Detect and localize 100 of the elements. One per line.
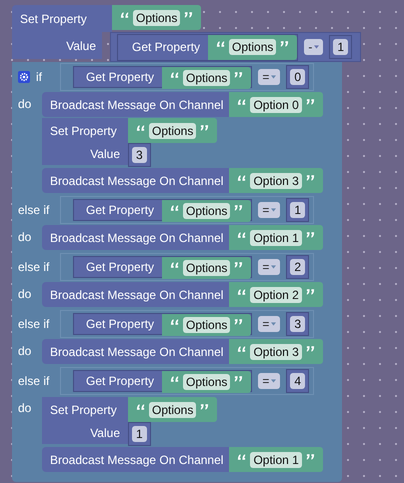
text-block[interactable]: Options bbox=[208, 34, 298, 60]
broadcast-block[interactable]: Broadcast Message On Channel Option 3 bbox=[42, 339, 323, 364]
text-field[interactable]: Option 1 bbox=[250, 452, 302, 468]
text-block[interactable]: Options bbox=[162, 370, 252, 392]
text-block[interactable]: Option 1 bbox=[229, 225, 323, 250]
caret-icon bbox=[314, 45, 320, 49]
block-label: Broadcast Message On Channel bbox=[42, 447, 230, 472]
arithmetic-block[interactable]: Get Property Options - 1 bbox=[110, 32, 362, 62]
get-property-block[interactable]: Get Property Options bbox=[73, 66, 252, 88]
number-field[interactable]: 3 bbox=[132, 147, 147, 163]
quote-icon bbox=[170, 374, 180, 382]
broadcast-block[interactable]: Broadcast Message On Channel Option 1 bbox=[42, 225, 323, 250]
compare-block[interactable]: Get Property Options = 4 bbox=[60, 366, 314, 394]
quote-icon bbox=[136, 402, 145, 410]
quote-icon bbox=[120, 10, 129, 18]
quote-icon bbox=[136, 124, 145, 132]
block-label: Set Property bbox=[42, 118, 128, 143]
quote-icon bbox=[237, 230, 246, 238]
quote-icon bbox=[200, 402, 210, 410]
get-property-block[interactable]: Get Property Options bbox=[117, 34, 298, 60]
number-field[interactable]: 2 bbox=[290, 258, 306, 274]
broadcast-block[interactable]: Broadcast Message On Channel Option 0 bbox=[42, 92, 323, 117]
text-field[interactable]: Option 1 bbox=[250, 230, 302, 246]
text-field[interactable]: Options bbox=[183, 260, 230, 276]
number-field[interactable]: 1 bbox=[132, 426, 147, 442]
caret-icon bbox=[271, 208, 276, 212]
quote-icon bbox=[237, 288, 246, 296]
quote-icon bbox=[306, 230, 315, 238]
if-keyword: else if bbox=[18, 316, 50, 330]
operator-dropdown[interactable]: - bbox=[304, 39, 324, 55]
text-block[interactable]: Options bbox=[112, 5, 202, 30]
text-block[interactable]: Options bbox=[128, 118, 218, 143]
number-field[interactable]: 1 bbox=[290, 202, 306, 218]
text-field[interactable]: Options bbox=[183, 70, 230, 86]
operator-dropdown[interactable]: = bbox=[258, 68, 280, 84]
quote-icon bbox=[237, 174, 246, 182]
do-keyword: do bbox=[18, 230, 32, 244]
number-field[interactable]: 4 bbox=[290, 372, 306, 388]
caret-icon bbox=[271, 74, 276, 78]
get-property-block[interactable]: Get Property Options bbox=[73, 198, 252, 220]
text-field[interactable]: Options bbox=[229, 39, 276, 55]
quote-icon bbox=[234, 204, 244, 212]
text-block[interactable]: Option 3 bbox=[229, 168, 323, 193]
text-field[interactable]: Options bbox=[149, 122, 196, 138]
block-label: Set Property bbox=[42, 397, 128, 422]
text-block[interactable]: Option 2 bbox=[229, 282, 323, 307]
get-property-block[interactable]: Get Property Options bbox=[73, 370, 252, 392]
text-block[interactable]: Option 0 bbox=[229, 92, 323, 117]
if-keyword: else if bbox=[18, 374, 50, 388]
operator-dropdown[interactable]: = bbox=[258, 202, 280, 218]
number-field[interactable]: 1 bbox=[333, 39, 348, 55]
text-field[interactable]: Option 2 bbox=[250, 286, 302, 302]
set-property-block[interactable]: Set Property Options Value Get Property Options - 1 bbox=[12, 5, 404, 62]
compare-block[interactable]: Get Property Options = 3 bbox=[60, 310, 314, 338]
broadcast-block[interactable]: Broadcast Message On Channel Option 2 bbox=[42, 282, 323, 307]
compare-block[interactable]: Get Property Options = 1 bbox=[60, 196, 314, 224]
quote-icon bbox=[170, 70, 180, 78]
broadcast-block[interactable]: Broadcast Message On Channel Option 1 bbox=[42, 447, 323, 472]
operator-dropdown[interactable]: = bbox=[258, 316, 280, 332]
quote-icon bbox=[237, 98, 246, 106]
text-field[interactable]: Options bbox=[149, 402, 196, 418]
operator-dropdown[interactable]: = bbox=[258, 372, 280, 388]
text-block[interactable]: Options bbox=[162, 66, 252, 88]
text-field[interactable]: Options bbox=[133, 10, 180, 26]
operator-dropdown[interactable]: = bbox=[258, 258, 280, 274]
caret-icon bbox=[271, 378, 276, 382]
text-field[interactable]: Option 3 bbox=[250, 172, 302, 188]
text-block[interactable]: Options bbox=[162, 314, 252, 336]
text-field[interactable]: Options bbox=[183, 374, 230, 390]
get-property-block[interactable]: Get Property Options bbox=[73, 312, 252, 334]
text-block[interactable]: Options bbox=[162, 200, 252, 222]
broadcast-block[interactable]: Broadcast Message On Channel Option 3 bbox=[42, 168, 323, 193]
text-block[interactable]: Options bbox=[162, 256, 252, 278]
if-keyword: else if bbox=[18, 260, 50, 274]
if-block[interactable] bbox=[12, 62, 342, 482]
quote-icon bbox=[170, 260, 180, 268]
compare-block[interactable]: Get Property Options = 2 bbox=[60, 252, 314, 280]
set-property-block[interactable]: Set Property Options Value 1 bbox=[42, 397, 323, 446]
compare-block[interactable]: Get Property Options = 0 bbox=[60, 62, 314, 90]
get-property-block[interactable]: Get Property Options bbox=[73, 256, 252, 278]
quote-icon bbox=[306, 344, 315, 352]
quote-icon bbox=[280, 40, 290, 48]
text-field[interactable]: Options bbox=[183, 316, 230, 332]
quote-icon bbox=[200, 124, 210, 132]
block-label: Broadcast Message On Channel bbox=[42, 225, 230, 250]
text-field[interactable]: Option 3 bbox=[250, 344, 302, 360]
text-block[interactable]: Option 3 bbox=[229, 339, 323, 364]
set-property-block[interactable]: Set Property Options Value 3 bbox=[42, 118, 323, 167]
number-field[interactable]: 3 bbox=[290, 316, 306, 332]
number-field[interactable]: 0 bbox=[290, 68, 306, 84]
text-block[interactable]: Options bbox=[128, 397, 218, 422]
text-block[interactable]: Option 1 bbox=[229, 447, 323, 472]
quote-icon bbox=[237, 344, 246, 352]
gear-icon[interactable] bbox=[18, 70, 30, 82]
quote-icon bbox=[306, 288, 315, 296]
text-field[interactable]: Option 0 bbox=[250, 96, 302, 112]
do-keyword: do bbox=[18, 287, 32, 301]
text-field[interactable]: Options bbox=[183, 202, 230, 218]
quote-icon bbox=[306, 174, 315, 182]
caret-icon bbox=[271, 322, 276, 326]
